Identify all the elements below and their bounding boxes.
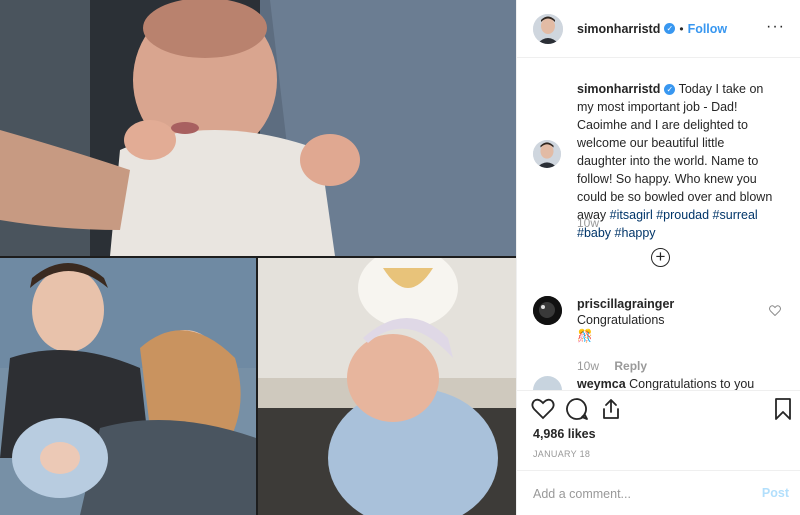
like-heart-icon[interactable] xyxy=(531,397,555,421)
commenter-avatar[interactable] xyxy=(533,296,562,325)
verified-badge-icon: ✓ xyxy=(664,84,676,96)
comment-meta: 10w Reply xyxy=(577,358,757,374)
photo-newborn-top xyxy=(0,0,516,256)
likes-count[interactable]: 4,986 likes xyxy=(533,427,596,441)
avatar[interactable] xyxy=(533,13,563,44)
hashtag-link[interactable]: #surreal xyxy=(713,208,758,222)
caption-text: simonharristd ✓ Today I take on my most i… xyxy=(577,80,777,242)
caption-avatar[interactable] xyxy=(533,140,561,168)
follow-button[interactable]: Follow xyxy=(688,22,728,36)
add-comment-bar: Post xyxy=(517,470,800,515)
like-comment-heart-icon[interactable] xyxy=(769,305,781,319)
comment-username[interactable]: priscillagrainger xyxy=(577,297,674,311)
post-photo-collage[interactable] xyxy=(0,0,516,515)
post-comment-button[interactable]: Post xyxy=(762,486,789,500)
add-comment-input[interactable] xyxy=(531,483,745,505)
comment-emoji: 🎊 xyxy=(577,329,593,343)
instagram-post-view: simonharristd ✓ • Follow ··· simonharris… xyxy=(0,0,800,515)
post-caption: simonharristd ✓ Today I take on my most i… xyxy=(533,80,777,242)
share-icon[interactable] xyxy=(599,397,623,421)
comment-body: weymca Congratulations to you xyxy=(577,376,757,390)
comment-item: weymca Congratulations to you xyxy=(533,376,757,390)
post-header: simonharristd ✓ • Follow ··· xyxy=(517,0,800,58)
photo-swaddled-baby xyxy=(258,258,516,515)
caption-username[interactable]: simonharristd xyxy=(577,82,660,96)
commenter-avatar[interactable] xyxy=(533,376,562,390)
comment-username[interactable]: weymca xyxy=(577,377,626,390)
verified-badge-icon: ✓ xyxy=(664,23,676,34)
photo-family xyxy=(0,258,256,515)
header-username[interactable]: simonharristd xyxy=(577,22,660,36)
reply-button[interactable]: Reply xyxy=(614,359,647,373)
post-sidebar: simonharristd ✓ • Follow ··· simonharris… xyxy=(516,0,800,515)
hashtag-link[interactable]: #itsagirl xyxy=(610,208,653,222)
comment-bubble-icon[interactable] xyxy=(565,397,589,421)
comment-text: Congratulations xyxy=(577,313,665,327)
caption-timestamp[interactable]: 10w xyxy=(577,216,599,230)
separator-dot: • xyxy=(679,21,684,36)
comments-list[interactable]: simonharristd ✓ Today I take on my most i… xyxy=(517,58,800,390)
load-more-comments-button[interactable]: + xyxy=(651,248,670,267)
bookmark-icon[interactable] xyxy=(771,397,795,421)
hashtag-link[interactable]: #proudad xyxy=(656,208,709,222)
comment-text: Congratulations to you xyxy=(629,377,755,390)
comment-timestamp[interactable]: 10w xyxy=(577,359,599,373)
post-date[interactable]: JANUARY 18 xyxy=(533,449,590,459)
comment-body: priscillagrainger Congratulations 🎊 10w … xyxy=(577,296,757,374)
caption-body: Today I take on my most important job - … xyxy=(577,82,773,222)
post-actions: 4,986 likes JANUARY 18 xyxy=(517,390,800,470)
comment-item: priscillagrainger Congratulations 🎊 10w … xyxy=(533,296,757,374)
hashtag-link[interactable]: #happy xyxy=(615,226,656,240)
more-options-icon[interactable]: ··· xyxy=(766,18,785,36)
